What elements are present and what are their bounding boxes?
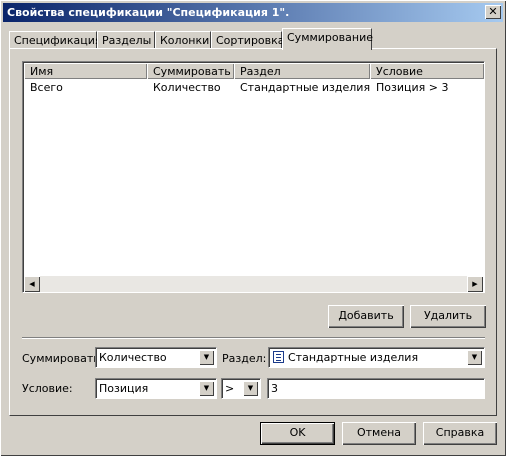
close-button[interactable]: ✕ — [485, 5, 501, 19]
add-button[interactable]: Добавить — [328, 305, 404, 328]
summarize-select-value: Количество — [99, 351, 167, 364]
cancel-button-label: Отмена — [356, 426, 402, 439]
chevron-down-icon[interactable]: ▼ — [467, 350, 482, 365]
chevron-down-icon[interactable]: ▼ — [199, 381, 214, 396]
tab-columns[interactable]: Колонки — [155, 31, 211, 49]
dialog-window: Свойства спецификации "Спецификация 1". … — [0, 0, 506, 456]
section-select-value: Стандартные изделия — [288, 351, 419, 364]
cell-section: Стандартные изделия — [240, 81, 371, 94]
condition-label: Условие: — [22, 382, 73, 395]
column-header-summarize[interactable]: Суммировать — [147, 63, 234, 79]
remove-button[interactable]: Удалить — [410, 305, 486, 328]
document-icon — [273, 351, 284, 363]
chevron-down-icon[interactable]: ▼ — [243, 381, 258, 396]
add-button-label: Добавить — [338, 309, 394, 322]
cell-condition: Позиция > 3 — [376, 81, 449, 94]
horizontal-scrollbar[interactable]: ◀ ▶ — [24, 276, 483, 292]
tab-sections[interactable]: Разделы — [97, 31, 155, 49]
summarize-select[interactable]: Количество ▼ — [95, 347, 217, 368]
condition-operator-select[interactable]: > ▼ — [221, 378, 261, 399]
column-header-section[interactable]: Раздел — [234, 63, 370, 79]
cell-summarize: Количество — [153, 81, 221, 94]
help-button[interactable]: Справка — [423, 422, 497, 445]
separator — [22, 337, 485, 339]
chevron-down-icon[interactable]: ▼ — [199, 350, 214, 365]
section-label: Раздел: — [222, 352, 267, 365]
summarize-label: Суммировать: — [22, 352, 104, 365]
cell-name: Всего — [30, 81, 63, 94]
tab-sorting[interactable]: Сортировка — [211, 31, 285, 49]
column-header-name[interactable]: Имя — [24, 63, 147, 79]
scroll-right-button[interactable]: ▶ — [467, 276, 483, 292]
condition-field-select[interactable]: Позиция ▼ — [95, 378, 217, 399]
condition-value-input[interactable]: 3 — [267, 378, 485, 399]
condition-operator-value: > — [225, 382, 235, 395]
table-row[interactable]: Всего Количество Стандартные изделия Поз… — [24, 79, 483, 95]
window-title: Свойства спецификации "Спецификация 1". — [7, 6, 290, 19]
condition-field-value: Позиция — [99, 382, 149, 395]
cancel-button[interactable]: Отмена — [342, 422, 416, 445]
ok-button[interactable]: OK — [260, 422, 335, 445]
section-select[interactable]: Стандартные изделия ▼ — [268, 347, 485, 368]
condition-value-text: 3 — [271, 382, 278, 395]
tab-specification[interactable]: Спецификация — [9, 31, 101, 49]
scroll-left-button[interactable]: ◀ — [24, 276, 40, 292]
ok-button-label: OK — [289, 426, 306, 439]
remove-button-label: Удалить — [423, 309, 473, 322]
active-tab-join — [283, 48, 371, 50]
tab-summation[interactable]: Суммирование — [282, 28, 373, 50]
title-bar[interactable]: Свойства спецификации "Спецификация 1". … — [3, 3, 503, 22]
help-button-label: Справка — [435, 426, 485, 439]
summation-list[interactable]: Имя Суммировать Раздел Условие Всего Кол… — [22, 61, 485, 293]
column-header-condition[interactable]: Условие — [370, 63, 484, 79]
